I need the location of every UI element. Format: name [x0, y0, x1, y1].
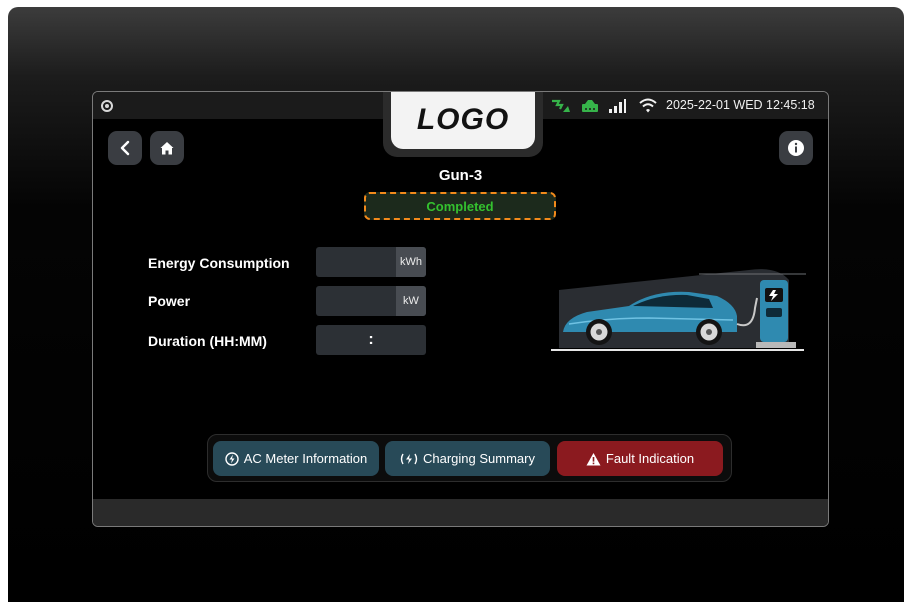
energy-consumption-label: Energy Consumption — [148, 255, 290, 271]
ev-charging-illustration — [549, 260, 809, 365]
gun-title: Gun-3 — [438, 167, 483, 184]
charger-screen: 2025-22-01 WED 12:45:18 LOGO Gun-3 Compl… — [92, 91, 829, 527]
router-icon — [581, 98, 599, 119]
datetime-display: 2025-22-01 WED 12:45:18 — [666, 98, 815, 112]
power-unit: kW — [396, 286, 426, 316]
fault-indication-label: Fault Indication — [605, 451, 695, 466]
bottom-bar — [93, 499, 828, 526]
info-button[interactable] — [779, 131, 813, 165]
chevron-left-icon — [120, 140, 130, 156]
ac-meter-icon — [225, 451, 239, 466]
energy-consumption-field: kWh — [316, 247, 426, 277]
duration-value: : — [368, 331, 374, 348]
duration-field: : — [316, 325, 426, 355]
power-field: kW — [316, 286, 426, 316]
home-button[interactable] — [150, 131, 184, 165]
ac-meter-info-label: AC Meter Information — [243, 451, 368, 466]
energy-unit: kWh — [396, 247, 426, 277]
back-button[interactable] — [108, 131, 142, 165]
fault-indication-button[interactable]: Fault Indication — [557, 441, 723, 476]
charging-icon — [400, 453, 418, 464]
signal-bars-icon — [608, 98, 626, 119]
action-panel: AC Meter Information Charging Summary Fa… — [207, 434, 732, 482]
wifi-icon — [639, 98, 657, 119]
status-text: Completed — [426, 198, 494, 214]
logo-tab: LOGO — [383, 92, 543, 157]
warning-icon — [586, 452, 601, 465]
home-icon — [160, 142, 174, 155]
camera-icon — [101, 100, 113, 112]
ev-network-icon — [551, 98, 571, 119]
logo: LOGO — [391, 92, 535, 149]
duration-label: Duration (HH:MM) — [148, 333, 267, 349]
status-badge: Completed — [364, 192, 556, 220]
ac-meter-info-button[interactable]: AC Meter Information — [213, 441, 379, 476]
charging-summary-button[interactable]: Charging Summary — [385, 441, 550, 476]
info-icon — [788, 140, 804, 156]
charging-summary-label: Charging Summary — [423, 451, 535, 466]
power-label: Power — [148, 293, 191, 309]
